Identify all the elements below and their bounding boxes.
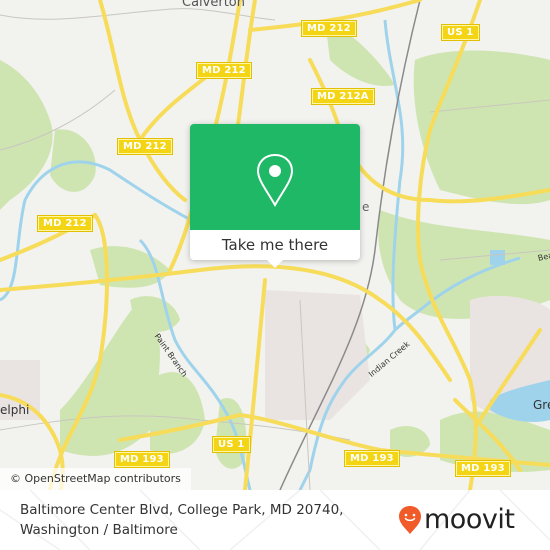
road-shield-md212: MD 212 [196,62,252,79]
map[interactable]: Calverton elphi Gre e Paint Branch India… [0,0,550,490]
address-line-2: Washington / Baltimore [20,522,178,538]
place-label-adelphi: elphi [0,403,30,417]
place-label-beltsville: e [362,200,370,214]
address-line-1: Baltimore Center Blvd, College Park, MD … [20,502,344,518]
road-shield-md212a: MD 212A [311,88,375,105]
pond [490,250,505,265]
popup-header [190,124,360,230]
road-shield-md193: MD 193 [344,450,400,467]
moovit-pin-icon [399,506,421,534]
road-shield-md193: MD 193 [455,460,511,477]
map-attribution[interactable]: © OpenStreetMap contributors [0,468,191,490]
moovit-logo[interactable]: moovit [398,504,515,535]
popup-pointer [267,260,283,268]
place-label-calverton: Calverton [182,0,245,10]
road-shield-md212: MD 212 [37,215,93,232]
moovit-logo-text: moovit [424,504,515,535]
location-pin-icon [256,153,294,208]
place-label-greenbelt: Gre [533,398,550,412]
road-shield-us1: US 1 [212,436,251,453]
road-shield-md193: MD 193 [114,451,170,468]
location-popup[interactable]: Take me there [190,124,360,268]
road-shield-md212: MD 212 [117,138,173,155]
road-shield-md212: MD 212 [301,20,357,37]
address: Baltimore Center Blvd, College Park, MD … [20,500,343,540]
road-shield-us1: US 1 [441,24,480,41]
take-me-there-button[interactable]: Take me there [190,230,360,260]
